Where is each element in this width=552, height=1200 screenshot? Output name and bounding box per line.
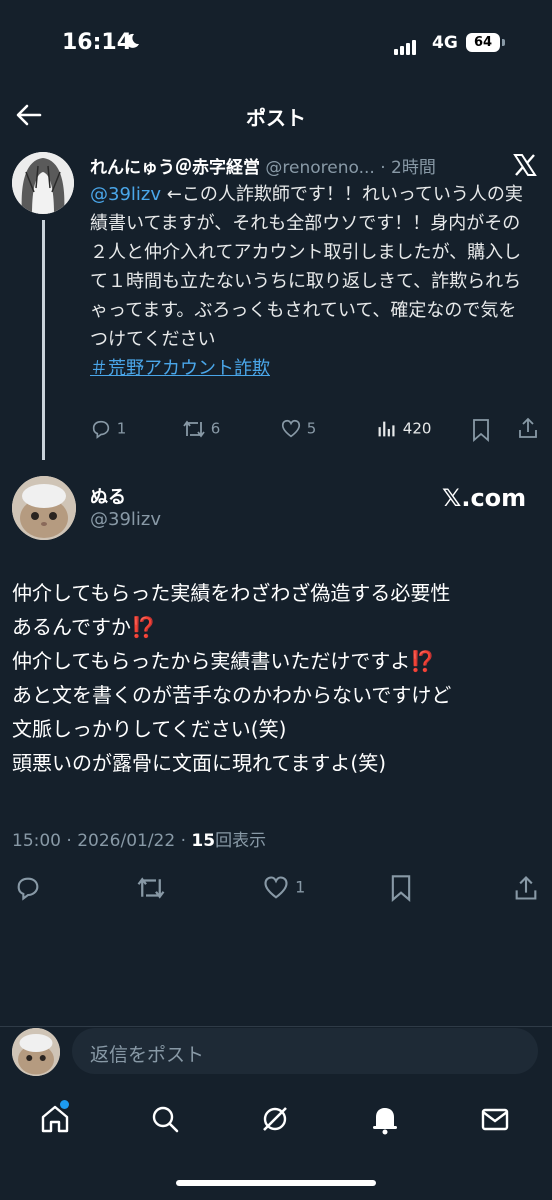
bookmark-icon[interactable] xyxy=(388,874,414,902)
grok-icon[interactable] xyxy=(258,1102,292,1136)
share-icon[interactable] xyxy=(516,416,540,440)
author-handle: @renoreno... xyxy=(265,158,375,178)
home-indicator xyxy=(176,1180,376,1186)
network-type: 4G xyxy=(432,33,458,53)
x-logo-icon xyxy=(513,154,537,176)
x-com-logo[interactable]: 𝕏.com xyxy=(442,484,526,512)
post-line: 文脈しっかりしてください(笑) xyxy=(12,717,287,741)
like-action[interactable]: 5 xyxy=(280,418,316,442)
post-line: 仲介してもらったから実績書いただけですよ⁉️ xyxy=(12,649,436,673)
post-timestamp: 15:00 · 2026/01/22 · xyxy=(12,831,192,851)
post-line: あるんですか⁉️ xyxy=(12,615,156,639)
author-name[interactable]: れんにゅう＠赤字経営 xyxy=(90,158,260,178)
post-time: 2時間 xyxy=(391,158,436,178)
retweet-icon xyxy=(183,420,205,438)
post-line: 頭悪いのが露骨に文面に現れてますよ(笑) xyxy=(12,751,387,775)
reply-count: 1 xyxy=(116,419,127,438)
share-icon[interactable] xyxy=(512,874,540,902)
moon-icon xyxy=(125,33,139,48)
retweet-action[interactable]: 6 xyxy=(182,418,220,442)
views-action[interactable]: 420 xyxy=(376,418,431,442)
post-line: あと文を書くのが苦手なのかわからないですけど xyxy=(12,683,452,707)
retweet-count: 6 xyxy=(210,419,221,438)
quoted-post-text: @39lizv ←この人詐欺師です！！れいっていう人の実績書いてますが、それも全… xyxy=(90,180,530,383)
reply-icon[interactable] xyxy=(14,874,42,902)
author-handle: @39lizv xyxy=(90,509,162,530)
views-count: 420 xyxy=(402,419,432,438)
divider xyxy=(0,1026,552,1027)
reply-placeholder: 返信をポスト xyxy=(90,1044,205,1066)
views-icon xyxy=(378,421,395,437)
avatar xyxy=(12,1028,60,1076)
like-icon xyxy=(281,419,301,438)
post-body: ←この人詐欺師です！！れいっていう人の実績書いてますが、それも全部ウソです！！身… xyxy=(90,184,523,350)
post-metadata: 15:00 · 2026/01/22 · 15回表示 xyxy=(12,826,266,851)
view-count: 15 xyxy=(191,831,216,851)
like-count: 5 xyxy=(306,419,317,438)
search-icon[interactable] xyxy=(148,1102,182,1136)
like-action[interactable]: 1 xyxy=(262,874,305,902)
battery-tip xyxy=(502,39,505,46)
quoted-post-header: れんにゅう＠赤字経営 @renoreno... · 2時間 xyxy=(90,153,510,178)
like-count: 1 xyxy=(295,877,306,897)
hashtag-link[interactable]: ＃荒野アカウント詐欺 xyxy=(90,358,270,379)
bookmark-icon[interactable] xyxy=(470,418,492,442)
notification-dot xyxy=(60,1100,69,1109)
view-label: 回表示 xyxy=(215,831,267,851)
mention-link[interactable]: @39lizv xyxy=(90,184,161,205)
messages-icon[interactable] xyxy=(478,1102,512,1136)
reply-icon xyxy=(92,420,110,439)
page-title: ポスト xyxy=(246,106,306,130)
like-icon xyxy=(264,876,288,899)
battery-icon: 64 xyxy=(466,33,500,52)
retweet-icon[interactable] xyxy=(136,874,166,902)
thread-line xyxy=(42,220,45,460)
status-time: 16:14 xyxy=(62,30,133,55)
post-body: 仲介してもらった実績をわざわざ偽造する必要性 あるんですか⁉️ 仲介してもらった… xyxy=(12,576,542,780)
avatar[interactable] xyxy=(12,476,76,540)
post-line: 仲介してもらった実績をわざわざ偽造する必要性 xyxy=(12,581,451,605)
author-name[interactable]: ぬる xyxy=(90,483,126,509)
reply-action[interactable]: 1 xyxy=(90,418,126,442)
avatar[interactable] xyxy=(12,152,74,214)
notifications-icon[interactable] xyxy=(368,1102,402,1136)
signal-icon xyxy=(394,36,418,55)
separator: · xyxy=(380,158,386,178)
